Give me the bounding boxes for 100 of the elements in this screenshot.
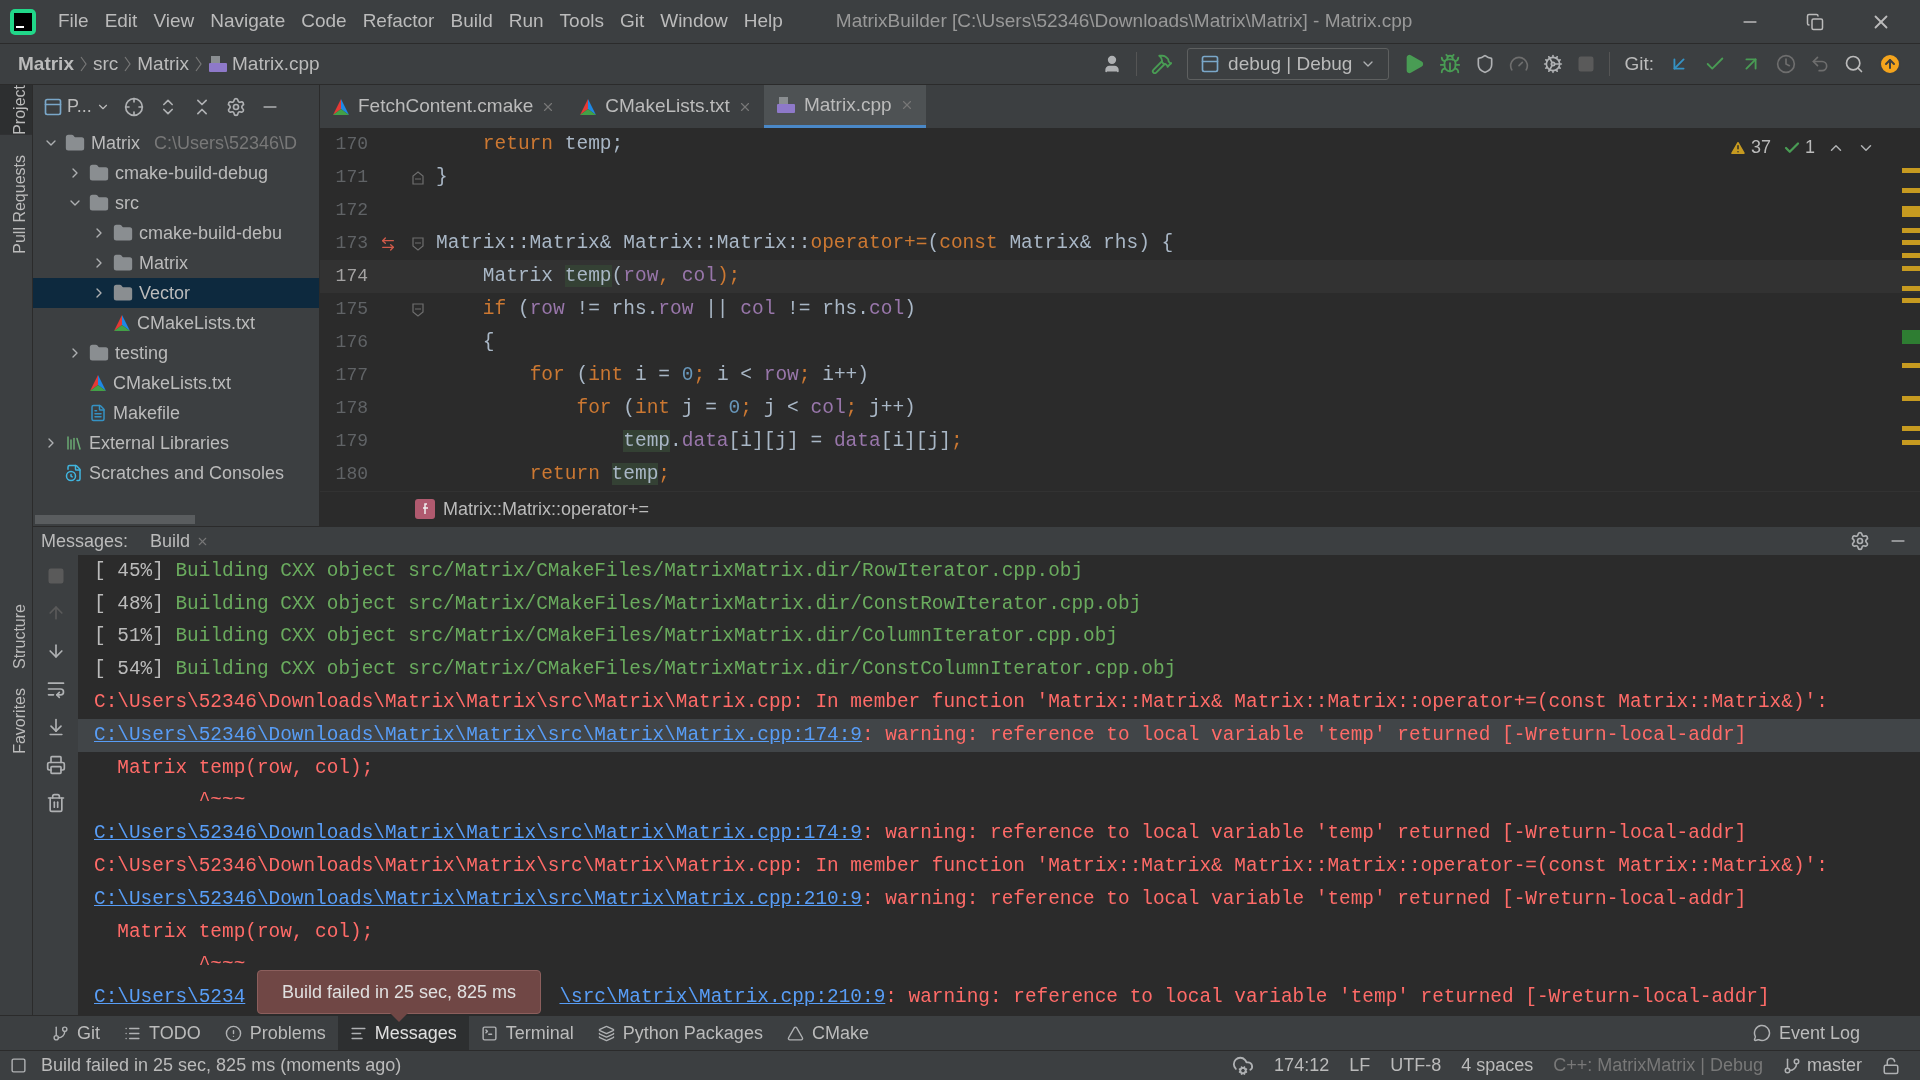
git-branch[interactable]: master (1783, 1052, 1862, 1079)
file-link[interactable]: C:\Users\52346\Downloads\Matrix\Matrix\src\Matrix\Matrix.cpp:210:9 (94, 884, 862, 914)
folder-icon (113, 283, 133, 303)
fold-marker-icon[interactable] (412, 236, 424, 251)
error-output-line: ^~~~ (197, 788, 246, 814)
line-separator[interactable]: LF (1349, 1052, 1371, 1079)
override-arrows-icon[interactable] (380, 235, 396, 252)
tree-item-path: C:\Users\52346\D (154, 131, 298, 155)
tree-item[interactable]: cmake-build-debu (33, 218, 319, 248)
fold-marker-icon[interactable] (412, 170, 424, 185)
tree-item[interactable]: testing (33, 338, 319, 368)
tool-tab[interactable]: Python Packages (585, 1016, 775, 1050)
wrap-icon[interactable] (45, 679, 66, 699)
caret-position[interactable]: 174:12 (1274, 1052, 1330, 1079)
build-output-line: [ 48%] Building CXX object src/Matrix/CMakeFiles/MatrixMatrix.dir/ConstRowIterator.cpp.obj (94, 591, 1142, 617)
scrollbar-thumb[interactable] (35, 514, 195, 524)
line-number: 171 (334, 166, 368, 189)
menu-item[interactable]: Navigate (202, 7, 294, 36)
fold-marker-icon[interactable] (412, 302, 424, 317)
line-number: 179 (334, 430, 368, 453)
search-icon[interactable] (1844, 54, 1864, 74)
tree-item[interactable]: Makefile (33, 398, 319, 428)
event-log-tab[interactable]: Event Log (1752, 1019, 1880, 1047)
tool-tab[interactable]: CMake (774, 1016, 881, 1050)
breadcrumb-item[interactable]: Matrix (18, 49, 74, 79)
menu-item[interactable]: Build (442, 7, 501, 36)
tree-item[interactable]: cmake-build-debug (33, 158, 319, 188)
cloud-gear-icon[interactable] (1232, 1054, 1255, 1077)
tree-item-label: Vector (139, 281, 191, 305)
breadcrumb-item[interactable]: src (92, 49, 119, 79)
locate-icon[interactable] (123, 96, 144, 117)
view-selector[interactable]: P... (43, 93, 110, 120)
folder-icon (89, 343, 109, 363)
tool-tab[interactable]: Terminal (468, 1016, 586, 1050)
restore-icon[interactable] (1806, 12, 1824, 31)
build-tab[interactable]: Build (150, 527, 210, 555)
menu-item[interactable]: Refactor (354, 7, 443, 36)
tooltip-pointer (390, 1013, 408, 1022)
print-icon[interactable] (45, 755, 66, 775)
triangle-logo-icon (579, 97, 598, 116)
alert-icon (224, 1024, 242, 1042)
library-icon (65, 434, 83, 452)
code-line: for (int j = 0; j < col; j++) (575, 395, 916, 421)
tool-tab[interactable]: Git (40, 1016, 112, 1050)
tree-item-label: CMakeLists.txt (137, 311, 256, 335)
tool-window-tab[interactable]: Project (0, 85, 32, 135)
breadcrumb-item[interactable]: Matrix.cpp (232, 49, 320, 79)
menu-item[interactable]: Run (500, 7, 552, 36)
warning-count[interactable]: 37 (1728, 134, 1771, 161)
tree-item[interactable]: src (33, 188, 319, 218)
update-icon[interactable] (1878, 52, 1902, 76)
error-output-line: C:\Users\52346\Downloads\Matrix\Matrix\src\Matrix\Matrix.cpp: In member function 'Matrix::Matrix& Matrix::Matrix::operator+=(const Matrix::Matrix&)': (94, 690, 1828, 716)
tool-tab[interactable]: Problems (212, 1016, 338, 1050)
tool-window-tab[interactable]: Favorites (0, 688, 32, 755)
menu-item[interactable]: Help (735, 7, 791, 36)
indent-setting[interactable]: 4 spaces (1461, 1052, 1534, 1079)
configuration-selector[interactable]: debug | Debug (1187, 48, 1390, 80)
tree-item-label: Matrix (139, 251, 188, 275)
tool-window-tab[interactable]: Structure (0, 603, 32, 669)
line-number: 170 (334, 133, 368, 156)
menu-item[interactable]: Code (293, 7, 355, 36)
tree-item[interactable]: Matrix (33, 248, 319, 278)
tree-item[interactable]: Vector (33, 278, 319, 308)
tree-item[interactable]: Scratches and Consoles (33, 458, 319, 488)
menu-item[interactable]: Edit (96, 7, 146, 36)
settings-icon[interactable] (225, 96, 246, 117)
menu-item[interactable]: View (145, 7, 203, 36)
error-output-line: ^~~~ (197, 952, 246, 978)
typo-count[interactable]: 1 (1783, 134, 1815, 161)
tool-tab[interactable]: Messages (337, 1016, 469, 1050)
coverage-icon[interactable] (1475, 54, 1496, 74)
file-link[interactable]: C:\Users\52346\Downloads\Matrix\Matrix\src\Matrix\Matrix.cpp:174:9 (94, 720, 862, 750)
panel-toggle-icon[interactable] (10, 1057, 27, 1074)
file-link[interactable]: C:\Users\52346\Downloads\Matrix\Matrix\src\Matrix\Matrix.cpp:174:9 (94, 819, 862, 849)
tree-item[interactable]: CMakeLists.txt (33, 368, 319, 398)
breadcrumb-item[interactable]: Matrix (137, 49, 190, 79)
file-encoding[interactable]: UTF-8 (1390, 1052, 1442, 1079)
settings-icon[interactable] (1850, 531, 1870, 551)
tree-item[interactable]: External Libraries (33, 428, 319, 458)
function-breadcrumb[interactable]: Matrix::Matrix::operator+= (443, 495, 650, 523)
tool-window-tab[interactable]: Pull Requests (0, 154, 32, 254)
menu-item[interactable]: File (50, 7, 97, 36)
menu-item[interactable]: Git (611, 7, 653, 36)
editor-tab[interactable]: Matrix.cpp (763, 85, 926, 128)
editor-tab[interactable]: CMakeLists.txt (567, 85, 764, 128)
file-link[interactable]: C:\Users\5234 (94, 983, 246, 1013)
warning-message: : warning: reference to local variable 'temp' returned [-Wreturn-local-addr] (885, 985, 1770, 1011)
tree-item[interactable]: Matrix C:\Users\52346\D (33, 128, 319, 158)
tree-item[interactable]: CMakeLists.txt (33, 308, 319, 338)
hammer-icon[interactable] (1151, 53, 1174, 75)
debug-icon[interactable] (1439, 53, 1462, 75)
triangle-logo-icon (113, 314, 131, 332)
trash-icon[interactable] (45, 793, 66, 813)
file-link[interactable]: \src\Matrix\Matrix.cpp:210:9 (559, 983, 886, 1013)
lock-icon[interactable] (1882, 1056, 1900, 1075)
tool-tab[interactable]: TODO (112, 1016, 213, 1050)
menu-item[interactable]: Tools (551, 7, 612, 36)
menu-item[interactable]: Window (652, 7, 736, 36)
separator-icon (195, 56, 203, 72)
editor-tab[interactable]: FetchContent.cmake (320, 85, 568, 128)
